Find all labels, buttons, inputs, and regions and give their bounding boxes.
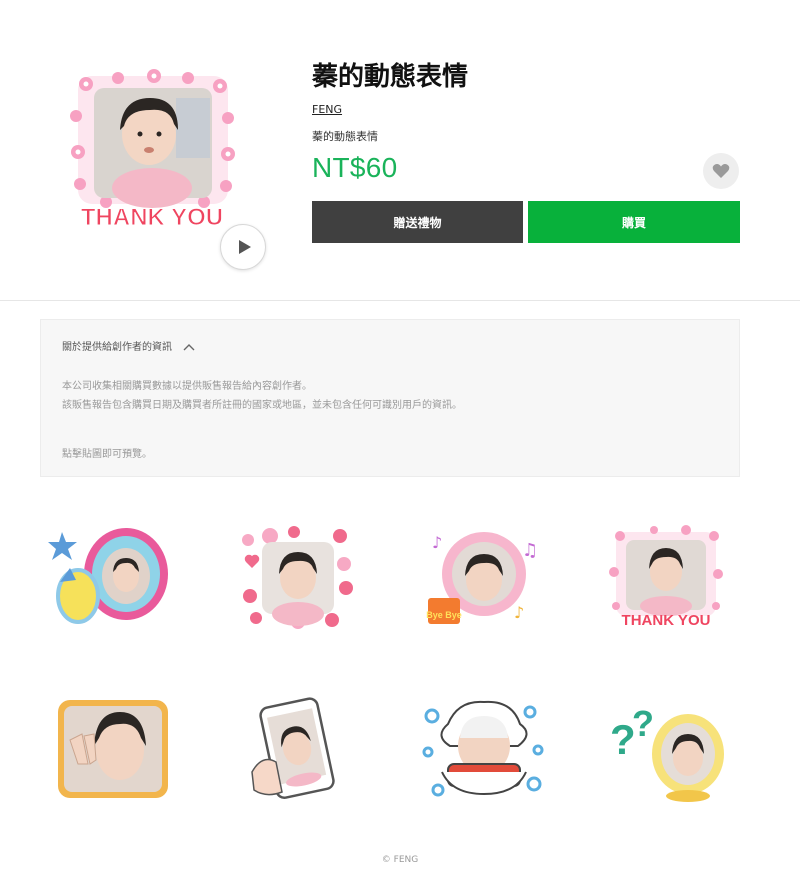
main-sticker-image[interactable]: THANK YOU [56, 64, 248, 234]
sticker-item[interactable] [232, 694, 362, 804]
sticker-item[interactable] [418, 694, 548, 804]
svg-text:♪: ♪ [514, 603, 524, 622]
section-divider [0, 300, 800, 301]
copyright-footer: © FENG [381, 855, 419, 865]
creator-info-text-1: 本公司收集相關購買數據以提供販售報告給內容創作者。 [62, 381, 312, 392]
sticker-item[interactable]: THANK YOU [602, 522, 732, 632]
product-price: NT$60 [312, 152, 398, 183]
send-gift-button[interactable]: 贈送禮物 [312, 201, 523, 243]
main-sticker-caption: THANK YOU [81, 204, 223, 231]
sticker-item[interactable]: ? ? [602, 694, 732, 804]
play-animation-button[interactable] [220, 224, 266, 270]
product-header: THANK YOU 蓁的動態表情 FENG 蓁的動態表情 NT$60 贈送禮物 … [0, 0, 800, 300]
creator-info-heading: 關於提供給創作者的資訊 [62, 342, 172, 353]
buy-button[interactable]: 購買 [528, 201, 740, 243]
svg-text:♫: ♫ [522, 540, 538, 561]
play-icon [239, 240, 251, 254]
sticker-item[interactable] [48, 694, 178, 804]
sticker-item[interactable]: ♪ ♫ ♪ Bye Bye [418, 522, 548, 632]
favorite-button[interactable] [703, 153, 739, 189]
product-description: 蓁的動態表情 [312, 130, 378, 143]
svg-text:?: ? [632, 703, 654, 744]
creator-info-toggle[interactable]: 關於提供給創作者的資訊 [62, 338, 195, 353]
product-title: 蓁的動態表情 [312, 62, 469, 92]
sticker-caption: THANK YOU [622, 612, 711, 629]
sticker-item[interactable] [48, 522, 178, 632]
creator-info-text-2: 該販售報告包含購買日期及購買者所註冊的國家或地區，並未包含任何可識別用戶的資訊。 [62, 400, 462, 411]
chevron-up-icon [183, 344, 195, 351]
author-link[interactable]: FENG [312, 103, 342, 116]
creator-info-panel: 關於提供給創作者的資訊 本公司收集相關購買數據以提供販售報告給內容創作者。 該販… [40, 319, 740, 477]
svg-text:♪: ♪ [432, 533, 442, 552]
sticker-item[interactable] [232, 522, 362, 632]
heart-icon [712, 164, 730, 178]
preview-hint: 點擊貼圖即可預覽。 [62, 449, 152, 460]
sticker-caption: Bye Bye [426, 610, 462, 620]
